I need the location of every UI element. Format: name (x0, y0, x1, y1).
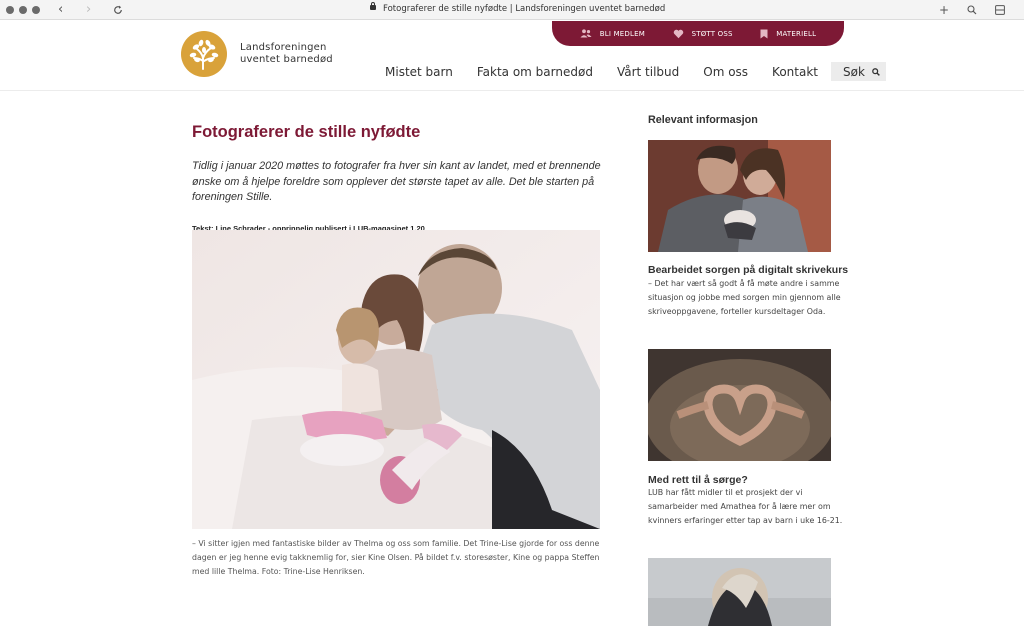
sidebar-card-1-text: – Det har vært så godt å få møte andre i… (648, 279, 841, 316)
site-search-button[interactable]: Søk (830, 62, 886, 81)
sidebar-heading: Relevant informasjon (648, 114, 758, 126)
article: Fotograferer de stille nyfødte Tidlig i … (192, 121, 622, 233)
new-tab-icon[interactable]: + (939, 2, 949, 18)
forward-arrow-icon[interactable]: › (86, 2, 91, 18)
sidebar-card-2-image[interactable] (648, 349, 831, 461)
sidebar-icon[interactable] (995, 5, 1005, 15)
logo-text-line1: Landsforeningen (240, 41, 327, 53)
tree-logo-icon (181, 31, 227, 77)
sidebar-card-1-image[interactable] (648, 140, 831, 252)
nav-item-om-oss[interactable]: Om oss (703, 65, 748, 79)
people-icon (580, 29, 592, 38)
search-label: Søk (842, 64, 865, 79)
sidebar-card-2-text: LUB har fått midler til et prosjekt der … (648, 488, 843, 525)
article-body-text-cut-off (192, 620, 602, 626)
site-header: Landsforeningen uventet barnedød BLI MED… (0, 21, 1024, 91)
materials-link[interactable]: MATERIELL (760, 29, 816, 39)
sidebar-card-3-image[interactable] (648, 558, 831, 626)
heart-icon (673, 29, 683, 38)
become-member-link[interactable]: BLI MEDLEM (580, 29, 645, 38)
support-us-label: STØTT OSS (691, 29, 733, 38)
search-icon[interactable] (967, 5, 977, 15)
zoom-window-button[interactable] (32, 6, 40, 14)
support-us-link[interactable]: STØTT OSS (673, 29, 733, 39)
main-navigation: Mistet barn Fakta om barnedød Vårt tilbu… (385, 62, 886, 81)
article-lead: Tidlig i januar 2020 møttes to fotografe… (192, 160, 601, 203)
nav-item-fakta-om-barnedod[interactable]: Fakta om barnedød (477, 65, 593, 79)
sidebar-card-2-title[interactable]: Med rett til å sørge? (648, 474, 748, 486)
reload-icon[interactable] (113, 5, 123, 15)
close-window-button[interactable] (6, 6, 14, 14)
become-member-label: BLI MEDLEM (599, 29, 645, 38)
materials-label: MATERIELL (776, 29, 817, 38)
magnifier-icon (872, 67, 880, 76)
nav-item-mistet-barn[interactable]: Mistet barn (385, 65, 453, 79)
nav-item-vart-tilbud[interactable]: Vårt tilbud (617, 65, 679, 79)
window-controls[interactable] (6, 6, 40, 14)
minimize-window-button[interactable] (19, 6, 27, 14)
lock-icon (370, 2, 376, 10)
nav-item-kontakt[interactable]: Kontakt (772, 65, 818, 79)
article-hero-photo (192, 230, 600, 529)
article-title: Fotograferer de stille nyfødte (192, 123, 421, 141)
bookmark-icon (760, 29, 768, 38)
page-tab-title: Fotograferer de stille nyfødte | Landsfo… (370, 2, 665, 16)
logo-text: Landsforeningen uventet barnedød (240, 42, 333, 67)
browser-toolbar: ‹ › Fotograferer de stille nyfødte | Lan… (0, 0, 1024, 20)
site-logo[interactable]: Landsforeningen uventet barnedød (181, 31, 333, 77)
back-arrow-icon[interactable]: ‹ (58, 2, 63, 18)
sidebar: Relevant informasjon (648, 114, 848, 126)
photo-caption: – Vi sitter igjen med fantastiske bilder… (192, 539, 600, 576)
sidebar-card-1-title[interactable]: Bearbeidet sorgen på digitalt skrivekurs (648, 264, 848, 276)
logo-text-line2: uventet barnedød (240, 54, 333, 65)
top-action-bar: BLI MEDLEM STØTT OSS MATERIELL (552, 21, 844, 46)
